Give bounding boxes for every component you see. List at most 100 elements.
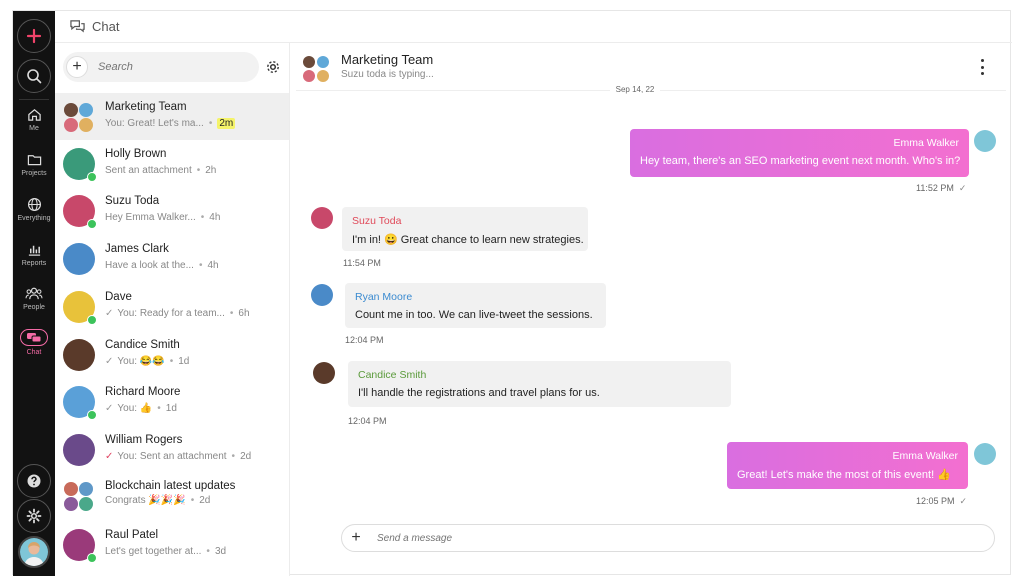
conversation-item[interactable]: Suzu Toda Hey Emma Walker... • 4h xyxy=(55,187,289,234)
avatar xyxy=(974,443,996,465)
list-settings-gear-icon[interactable] xyxy=(265,59,281,75)
conversation-preview: Hey Emma Walker... • 4h xyxy=(105,212,221,223)
message-time: 11:54 PM xyxy=(343,258,381,268)
search-bar: + xyxy=(63,52,259,82)
conversation-time: 6h xyxy=(238,308,250,319)
conversation-time: 2d xyxy=(199,495,211,506)
gear-icon xyxy=(26,508,42,524)
message-input[interactable] xyxy=(377,532,937,544)
read-check-icon: ✓ xyxy=(105,308,114,319)
avatar xyxy=(63,195,97,229)
avatar xyxy=(63,291,97,325)
message-text: Count me in too. We can live-tweet the s… xyxy=(355,309,593,321)
page-title: Chat xyxy=(92,19,120,34)
conversation-item[interactable]: James Clark Have a look at the... • 4h xyxy=(55,235,289,282)
conversation-item[interactable]: Marketing Team You: Great! Let's ma... •… xyxy=(55,93,289,140)
rail-item-reports[interactable]: Reports xyxy=(13,242,55,282)
conversation-time: 1d xyxy=(165,403,177,414)
avatar xyxy=(63,339,95,371)
rail-item-everything[interactable]: Everything xyxy=(13,197,55,237)
conversation-preview: Have a look at the... • 4h xyxy=(105,260,219,271)
conversation-time: 4h xyxy=(207,260,219,271)
bar-chart-icon xyxy=(28,245,40,256)
message-bubble-incoming: Ryan Moore Count me in too. We can live-… xyxy=(345,283,606,328)
typing-status: Suzu toda is typing... xyxy=(341,69,434,80)
chat-bubbles-icon xyxy=(70,20,85,33)
message-text: Hey team, there's an SEO marketing event… xyxy=(640,155,961,167)
conversation-time: 2m xyxy=(217,118,236,129)
conversation-name: Dave xyxy=(105,291,132,303)
group-avatar xyxy=(63,480,95,512)
conversation-item[interactable]: Blockchain latest updates Congrats 🎉🎉🎉 •… xyxy=(55,472,289,519)
avatar xyxy=(63,148,97,182)
message-text: I'll handle the registrations and travel… xyxy=(358,387,600,399)
rail-item-people[interactable]: People xyxy=(13,286,55,326)
rail-item-label: Projects xyxy=(21,170,47,177)
message-bubble-incoming: Candice Smith I'll handle the registrati… xyxy=(348,361,731,407)
avatar xyxy=(63,386,97,420)
search-input[interactable] xyxy=(98,61,238,73)
conversation-name: Candice Smith xyxy=(105,339,180,351)
conversation-name: William Rogers xyxy=(105,434,183,446)
plus-icon: + xyxy=(72,58,82,75)
conversation-preview: You: Great! Let's ma... • 2m xyxy=(105,118,236,129)
read-check-icon: ✓ xyxy=(105,403,114,414)
settings-button[interactable] xyxy=(17,499,51,533)
message-sender: Ryan Moore xyxy=(355,291,413,303)
attach-button[interactable]: + xyxy=(345,527,367,549)
rail-item-label: Reports xyxy=(21,260,47,267)
new-chat-button[interactable]: + xyxy=(66,56,88,78)
conversation-item[interactable]: William Rogers ✓ You: Sent an attachment… xyxy=(55,426,289,473)
conversation-item[interactable]: Dave ✓ You: Ready for a team... • 6h xyxy=(55,283,289,330)
online-indicator xyxy=(87,219,97,229)
plus-icon xyxy=(26,28,42,44)
avatar xyxy=(313,362,335,384)
conversation-item[interactable]: Raul Patel Let's get together at... • 3d xyxy=(55,521,289,568)
conversation-item[interactable]: Candice Smith ✓ You: 😂😂 • 1d xyxy=(55,331,289,378)
conversation-time: 2d xyxy=(240,451,252,462)
conversation-time: 2h xyxy=(205,165,217,176)
message-bubble-incoming: Suzu Toda I'm in! 😀 Great chance to lear… xyxy=(342,207,588,251)
avatar xyxy=(311,207,333,229)
more-options-icon[interactable] xyxy=(979,59,985,75)
message-sender: Emma Walker xyxy=(893,137,959,149)
rail-item-label: Chat xyxy=(26,349,42,356)
chat-icon xyxy=(20,329,48,346)
online-indicator xyxy=(87,315,97,325)
rail-item-me[interactable]: Me xyxy=(13,107,55,147)
message-bubble-outgoing: Emma Walker Great! Let's make the most o… xyxy=(727,442,968,489)
conversation-preview: ✓ You: Sent an attachment • 2d xyxy=(105,451,252,462)
message-sender: Emma Walker xyxy=(892,450,958,462)
read-check-icon: ✓ xyxy=(959,496,968,506)
group-avatar xyxy=(303,55,331,83)
help-icon xyxy=(27,474,41,488)
rail-item-label: Everything xyxy=(17,215,51,222)
rail-item-projects[interactable]: Projects xyxy=(13,152,55,192)
message-time: 11:52 PM ✓ xyxy=(916,183,967,193)
conversation-name: Blockchain latest updates xyxy=(105,480,236,492)
online-indicator xyxy=(87,553,97,563)
conversation-name: Holly Brown xyxy=(105,148,167,160)
plus-icon: + xyxy=(351,529,361,546)
conversation-time: 1d xyxy=(178,356,190,367)
rail-item-chat[interactable]: Chat xyxy=(13,329,55,369)
avatar xyxy=(63,529,97,563)
message-composer: + xyxy=(341,524,995,552)
global-search-button[interactable] xyxy=(17,59,51,93)
read-check-icon: ✓ xyxy=(105,356,114,367)
message-sender: Candice Smith xyxy=(358,369,427,381)
read-check-icon: ✓ xyxy=(958,183,967,193)
help-button[interactable] xyxy=(17,464,51,498)
group-avatar xyxy=(63,101,95,133)
rail-divider xyxy=(19,99,49,100)
user-avatar[interactable] xyxy=(18,536,50,568)
avatar xyxy=(63,434,95,466)
new-item-button[interactable] xyxy=(17,19,51,53)
top-bar: Chat xyxy=(55,11,1012,43)
conversation-item[interactable]: Holly Brown Sent an attachment • 2h xyxy=(55,140,289,187)
avatar xyxy=(63,243,95,275)
conversation-name: Marketing Team xyxy=(105,101,187,113)
globe-icon xyxy=(27,197,41,212)
conversation-item[interactable]: Richard Moore ✓ You: 👍 • 1d xyxy=(55,378,289,425)
rail-item-label: People xyxy=(23,304,45,311)
